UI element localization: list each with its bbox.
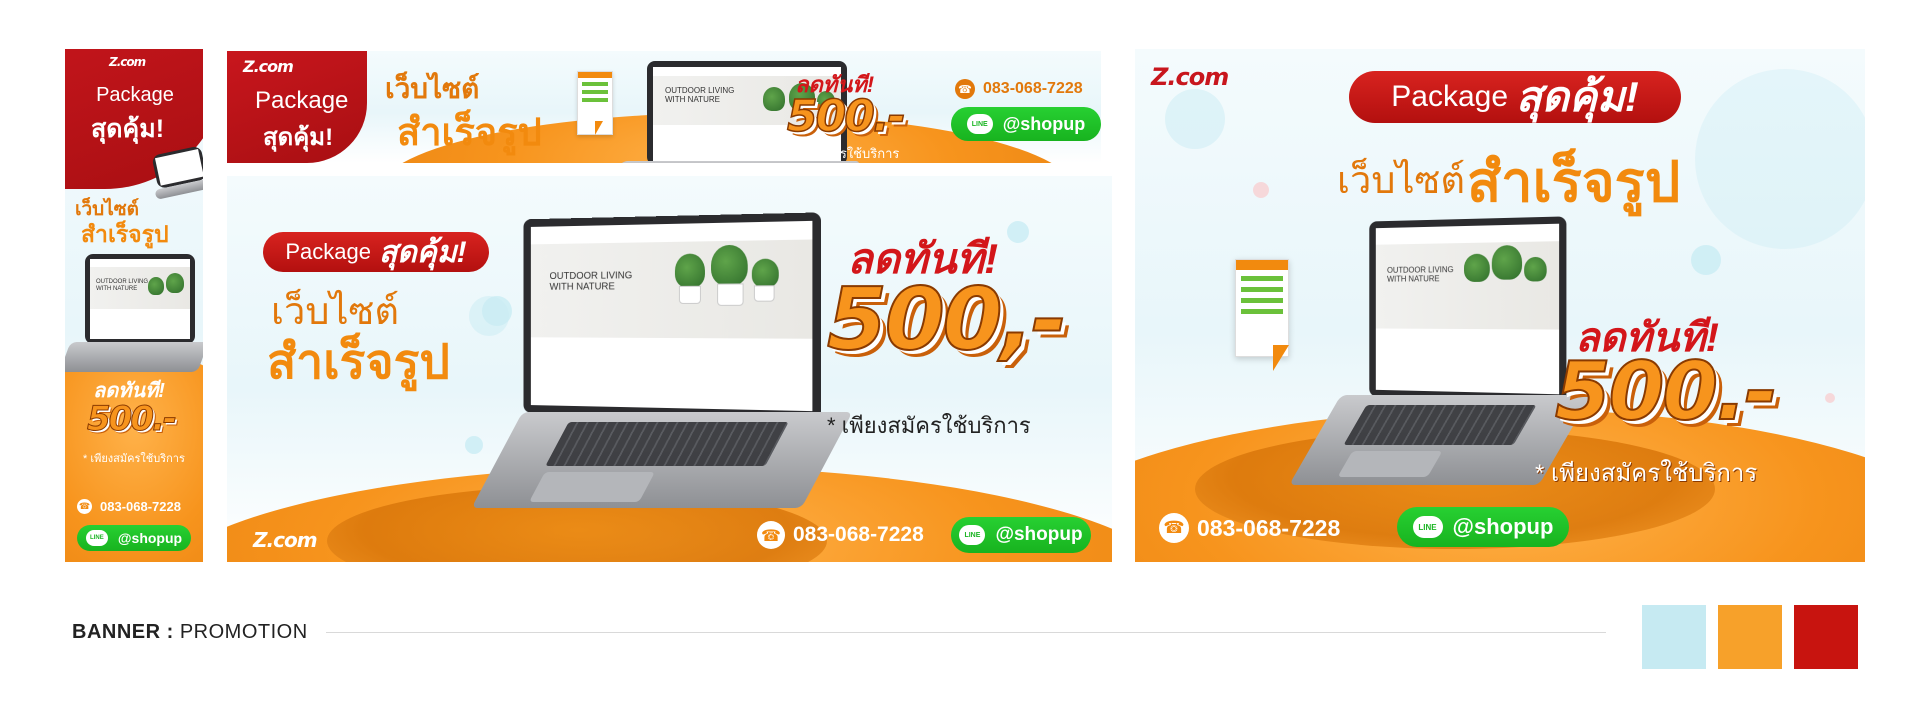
- bubble: [1007, 221, 1029, 243]
- package-label: Package: [255, 87, 348, 115]
- website-line2: สำเร็จรูป: [267, 324, 450, 400]
- sud-kum-label: สุดคุ้ม!: [263, 117, 333, 156]
- phone-icon: ☎: [955, 79, 975, 99]
- site-headline: OUTDOOR LIVING WITH NATURE: [550, 270, 633, 292]
- phone-icon: ☎: [757, 521, 785, 549]
- website-line2: สำเร็จรูป: [81, 217, 169, 253]
- banner-rectangle: Z.com Package สุดคุ้ม! เว็บไซต์ สำเร็จรู…: [1135, 49, 1865, 562]
- price-label: 500.-: [1555, 345, 1776, 438]
- note-label: * เพียงสมัครใช้บริการ: [83, 449, 185, 467]
- note-label: * เพียงสมัครใช้บริการ: [1535, 453, 1757, 492]
- line-icon: LINE: [86, 530, 108, 546]
- color-swatch-orange: [1718, 605, 1782, 669]
- banner-leaderboard: Z.com Package สุดคุ้ม! เว็บไซต์ สำเร็จรู…: [227, 51, 1101, 163]
- site-headline: OUTDOOR LIVING WITH NATURE: [665, 87, 734, 105]
- note-label: * เพียงสมัครใช้บริการ: [827, 408, 1031, 443]
- brand-logo: Z.com: [1151, 63, 1228, 91]
- website-line2: สำเร็จรูป: [397, 101, 542, 162]
- divider: [326, 632, 1606, 633]
- laptop-screen: OUTDOOR LIVING WITH NATURE: [85, 254, 195, 344]
- package-pill: Package: [85, 79, 185, 111]
- phone-number: 083-068-7228: [793, 523, 924, 547]
- bubble: [1691, 245, 1721, 275]
- banner-vertical: Z.com Package สุดคุ้ม! เว็บไซต์ สำเร็จรู…: [65, 49, 203, 562]
- bubble: [1253, 182, 1269, 198]
- price-label: 500.-: [87, 399, 175, 439]
- line-icon: LINE: [1413, 516, 1443, 538]
- price-label: 500,-: [827, 270, 1065, 370]
- package-pill: Package สุดคุ้ม!: [263, 232, 489, 272]
- line-id: @shopup: [995, 524, 1082, 546]
- phone-contact[interactable]: ☎ 083-068-7228: [757, 521, 924, 549]
- trackpad: [529, 472, 655, 502]
- site-headline: OUTDOOR LIVING WITH NATURE: [1387, 266, 1454, 284]
- line-button[interactable]: LINE @shopup: [951, 107, 1101, 141]
- line-icon: LINE: [959, 525, 985, 545]
- line-id: @shopup: [1453, 514, 1554, 540]
- keyboard: [1343, 405, 1536, 445]
- keyboard: [545, 422, 788, 466]
- package-pill: Package สุดคุ้ม!: [1349, 71, 1681, 123]
- line-id: @shopup: [118, 530, 182, 546]
- phone-contact[interactable]: ☎ 083-068-7228: [77, 499, 181, 514]
- phone-contact[interactable]: ☎ 083-068-7228: [955, 79, 1083, 99]
- banner-large: Package สุดคุ้ม! เว็บไซต์ สำเร็จรูป OUTD…: [227, 176, 1112, 562]
- laptop: OUTDOOR LIVING WITH NATURE: [477, 216, 857, 506]
- line-id: @shopup: [1003, 114, 1086, 135]
- line-icon: LINE: [967, 114, 993, 134]
- note-label: * เพียงสมัครใช้บริการ: [779, 143, 899, 163]
- phone-number: 083-068-7228: [1197, 515, 1340, 542]
- section-label-bold: BANNER :: [72, 621, 174, 643]
- brand-logo: Z.com: [109, 55, 145, 69]
- phone-number: 083-068-7228: [100, 499, 181, 514]
- line-button[interactable]: LINE @shopup: [951, 517, 1091, 553]
- laptop-base: [65, 342, 203, 372]
- price-label: 500.-: [787, 91, 904, 142]
- bubble: [1825, 393, 1835, 403]
- laptop-screen: OUTDOOR LIVING WITH NATURE: [523, 212, 820, 419]
- laptop: OUTDOOR LIVING WITH NATURE: [65, 254, 203, 374]
- package-label: Package: [96, 85, 174, 106]
- sud-kum-label: สุดคุ้ม!: [379, 229, 467, 276]
- phone-number: 083-068-7228: [983, 80, 1083, 98]
- package-label: Package: [285, 239, 371, 265]
- bubble: [1165, 89, 1225, 149]
- website-line1: เว็บไซต์: [1337, 149, 1465, 210]
- package-label: Package: [1391, 80, 1508, 114]
- cursor-icon: [595, 121, 603, 135]
- section-label: BANNER : PROMOTION: [72, 621, 308, 644]
- phone-contact[interactable]: ☎ 083-068-7228: [1159, 513, 1340, 543]
- trackpad: [1337, 451, 1442, 477]
- section-label-text: PROMOTION: [180, 621, 308, 643]
- brand-logo: Z.com: [243, 57, 293, 76]
- phone-icon: ☎: [77, 499, 92, 514]
- line-button[interactable]: LINE @shopup: [77, 525, 191, 551]
- color-swatch-red: [1794, 605, 1858, 669]
- sud-kum-label: สุดคุ้ม!: [91, 109, 164, 149]
- site-headline: OUTDOOR LIVING WITH NATURE: [96, 279, 148, 292]
- color-swatch-light-blue: [1642, 605, 1706, 669]
- brand-logo: Z.com: [253, 528, 317, 552]
- phone-icon: ☎: [1159, 513, 1189, 543]
- line-button[interactable]: LINE @shopup: [1397, 507, 1569, 547]
- bubble: [1695, 69, 1865, 249]
- laptop-screen: OUTDOOR LIVING WITH NATURE: [1369, 216, 1566, 401]
- sud-kum-label: สุดคุ้ม!: [1516, 64, 1639, 130]
- laptop-mini: [151, 143, 203, 214]
- website-line2: สำเร็จรูป: [1467, 137, 1680, 226]
